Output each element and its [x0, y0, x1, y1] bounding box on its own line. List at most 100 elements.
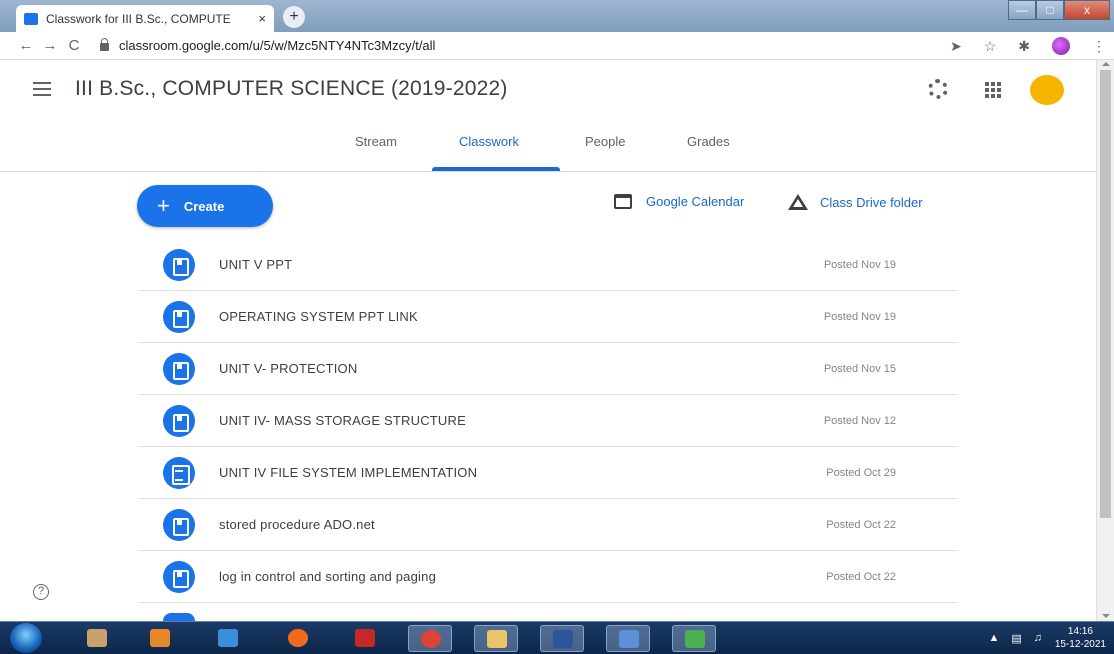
account-avatar[interactable]	[1030, 75, 1064, 105]
browser-menu-icon[interactable]: ⋮	[1092, 38, 1106, 55]
page-scrollbar[interactable]	[1096, 60, 1114, 621]
browser-toolbar-right: ➤ ☆ ✱ ⋮	[950, 32, 1106, 60]
item-date: Posted Nov 12	[823, 415, 896, 427]
google-calendar-label: Google Calendar	[646, 194, 745, 209]
system-tray: ▲ ▤ ♫	[988, 632, 1042, 645]
taskbar-app-word[interactable]	[540, 625, 584, 652]
material-icon	[163, 353, 195, 385]
tab-people[interactable]: People	[585, 134, 625, 149]
lock-icon	[100, 37, 109, 51]
item-title: UNIT IV- MASS STORAGE STRUCTURE	[219, 413, 466, 428]
browser-titlebar: Classwork for III B.Sc., COMPUTE × + — □…	[0, 0, 1114, 32]
list-item[interactable]: UNIT IV- MASS STORAGE STRUCTURE Posted N…	[138, 395, 958, 447]
profile-avatar-icon[interactable]	[1052, 37, 1070, 55]
window-close-button[interactable]: x	[1064, 0, 1110, 20]
taskbar-app-window[interactable]	[606, 625, 650, 652]
reload-button[interactable]: C	[62, 37, 86, 54]
create-label: Create	[183, 198, 225, 214]
item-date: Posted Nov 15	[823, 363, 896, 375]
list-item[interactable]: UNIT V PPT Posted Nov 19	[138, 239, 958, 291]
window-maximize-button[interactable]: □	[1036, 0, 1064, 20]
volume-icon[interactable]: ♫	[1034, 632, 1042, 645]
url-text: classroom.google.com/u/5/w/Mzc5NTY4NTc3M…	[119, 38, 436, 53]
item-title: UNIT V PPT	[219, 257, 293, 272]
picture-icon	[685, 630, 705, 648]
list-item[interactable]: log in control and sorting and paging Po…	[138, 551, 958, 603]
clock-date: 15-12-2021	[1054, 639, 1106, 650]
screen: Classwork for III B.Sc., COMPUTE × + — □…	[0, 0, 1114, 654]
taskbar-app-vlc[interactable]	[138, 625, 182, 652]
item-date: Posted Oct 22	[826, 519, 896, 531]
active-tab-indicator	[432, 167, 560, 171]
material-icon	[163, 509, 195, 541]
google-apps-icon[interactable]	[985, 82, 1001, 98]
tab-classwork[interactable]: Classwork	[459, 134, 519, 149]
tab-grades[interactable]: Grades	[687, 134, 730, 149]
browser-tab[interactable]: Classwork for III B.Sc., COMPUTE ×	[16, 5, 274, 32]
taskbar-app-firefox[interactable]	[276, 625, 320, 652]
list-item[interactable]: UNIT V- PROTECTION Posted Nov 15	[138, 343, 958, 395]
taskbar-app-paint[interactable]	[75, 625, 119, 652]
material-icon	[163, 613, 195, 621]
media-player-icon	[150, 629, 170, 647]
item-title: UNIT IV FILE SYSTEM IMPLEMENTATION	[219, 465, 478, 480]
tray-expand-icon[interactable]: ▲	[988, 632, 999, 645]
item-date: Posted Nov 19	[823, 311, 896, 323]
assignment-icon	[163, 457, 195, 489]
scroll-up-icon[interactable]	[1102, 62, 1110, 66]
item-date: Posted Nov 19	[823, 259, 896, 271]
settings-gear-icon[interactable]	[928, 79, 948, 99]
item-date: Posted Oct 29	[826, 467, 896, 479]
help-icon[interactable]: ?	[33, 584, 49, 600]
list-item[interactable]: stored procedure ADO.net Posted Oct 22	[138, 499, 958, 551]
taskbar-app-picture[interactable]	[672, 625, 716, 652]
taskbar-app-presentation[interactable]	[206, 625, 250, 652]
scroll-thumb[interactable]	[1100, 70, 1111, 518]
list-item[interactable]: OPERATING SYSTEM PPT LINK Posted Nov 19	[138, 291, 958, 343]
window-icon	[619, 630, 639, 648]
material-icon	[163, 561, 195, 593]
address-bar[interactable]: classroom.google.com/u/5/w/Mzc5NTY4NTc3M…	[100, 34, 920, 58]
tab-stream[interactable]: Stream	[355, 134, 397, 149]
firefox-icon	[288, 629, 308, 647]
back-button[interactable]: ←	[14, 37, 38, 54]
calendar-icon	[614, 194, 632, 209]
create-button[interactable]: + Create	[137, 185, 273, 227]
new-tab-button[interactable]: +	[283, 6, 305, 28]
class-drive-folder-label: Class Drive folder	[820, 194, 923, 210]
taskbar-clock[interactable]: 14:16 15-12-2021	[1055, 625, 1106, 651]
browser-toolbar: ← → C classroom.google.com/u/5/w/Mzc5NTY…	[0, 32, 1114, 60]
tab-close-icon[interactable]: ×	[258, 11, 266, 26]
network-icon[interactable]: ▤	[1011, 632, 1021, 645]
class-tabs: Stream Classwork People Grades	[0, 120, 1096, 172]
item-title: OPERATING SYSTEM PPT LINK	[219, 309, 418, 324]
presentation-icon	[218, 629, 238, 647]
tab-title: Classwork for III B.Sc., COMPUTE	[46, 11, 231, 26]
send-tab-icon[interactable]: ➤	[950, 38, 962, 55]
forward-button[interactable]: →	[38, 37, 62, 54]
classroom-header: III B.Sc., COMPUTER SCIENCE (2019-2022)	[0, 60, 1096, 120]
item-title: UNIT V- PROTECTION	[219, 361, 358, 376]
paint-icon	[87, 629, 107, 647]
taskbar-app-game[interactable]	[343, 625, 387, 652]
drive-icon	[788, 194, 808, 210]
material-icon	[163, 249, 195, 281]
chrome-icon	[421, 630, 441, 648]
window-minimize-button[interactable]: —	[1008, 0, 1036, 20]
class-drive-folder-link[interactable]: Class Drive folder	[788, 194, 923, 210]
item-title: log in control and sorting and paging	[219, 569, 436, 584]
main-menu-icon[interactable]	[33, 82, 51, 96]
game-icon	[355, 629, 375, 647]
class-title[interactable]: III B.Sc., COMPUTER SCIENCE (2019-2022)	[75, 77, 508, 101]
item-date: Posted Oct 22	[826, 571, 896, 583]
taskbar-app-explorer[interactable]	[474, 625, 518, 652]
bookmark-star-icon[interactable]: ☆	[984, 38, 997, 55]
clock-time: 14:16	[1067, 626, 1093, 637]
list-item[interactable]: UNIT IV FILE SYSTEM IMPLEMENTATION Poste…	[138, 447, 958, 499]
scroll-down-icon[interactable]	[1102, 614, 1110, 618]
extensions-puzzle-icon[interactable]: ✱	[1018, 38, 1030, 55]
google-calendar-link[interactable]: Google Calendar	[614, 194, 744, 209]
taskbar-app-chrome[interactable]	[408, 625, 452, 652]
start-button[interactable]	[10, 623, 42, 653]
word-icon	[553, 630, 573, 648]
